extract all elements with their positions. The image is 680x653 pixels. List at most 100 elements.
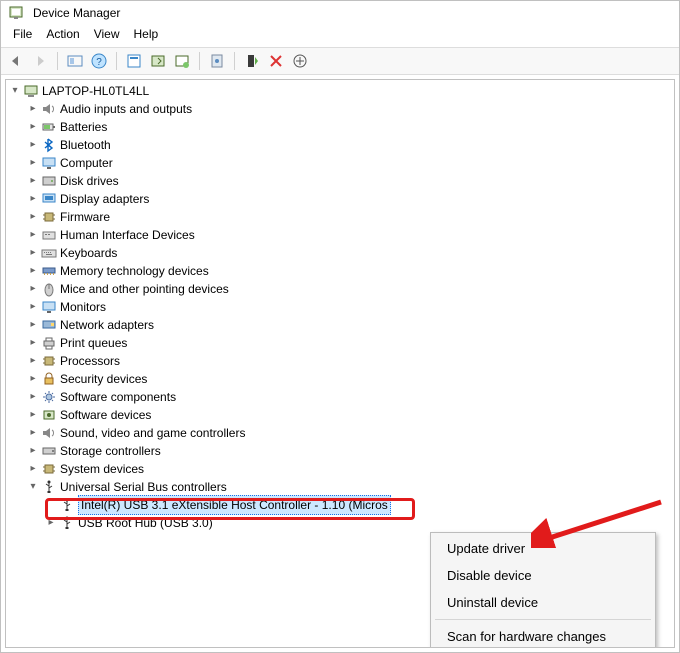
tree-item-label: Software components <box>60 388 182 406</box>
usb-icon <box>59 497 75 513</box>
expander-icon[interactable]: ▸ <box>26 318 40 332</box>
tree-category[interactable]: ▸ Batteries <box>8 118 674 136</box>
expander-icon[interactable]: ▸ <box>26 282 40 296</box>
tree-item-label: Universal Serial Bus controllers <box>60 478 233 496</box>
expander-icon[interactable]: ▸ <box>26 102 40 116</box>
chip-icon <box>41 353 57 369</box>
tree-item-label: Software devices <box>60 406 157 424</box>
pc-icon <box>23 83 39 99</box>
ctx-update-driver[interactable]: Update driver <box>431 535 655 562</box>
menu-help[interactable]: Help <box>128 25 165 43</box>
ctx-disable-device[interactable]: Disable device <box>431 562 655 589</box>
expander-icon[interactable]: ▸ <box>26 192 40 206</box>
expander-icon[interactable]: ▸ <box>26 444 40 458</box>
tree-category-usb[interactable]: ▾ Universal Serial Bus controllers <box>8 478 674 496</box>
tree-category[interactable]: ▸Monitors <box>8 298 674 316</box>
expander-icon[interactable]: ▸ <box>26 228 40 242</box>
ctx-scan-hardware[interactable]: Scan for hardware changes <box>431 623 655 648</box>
disable-icon[interactable] <box>241 50 263 72</box>
usb-icon <box>41 479 57 495</box>
gear-icon <box>41 389 57 405</box>
disk-icon <box>41 173 57 189</box>
tree-category[interactable]: ▸Network adapters <box>8 316 674 334</box>
properties-icon[interactable] <box>123 50 145 72</box>
show-hidden-icon[interactable] <box>64 50 86 72</box>
tree-category[interactable]: ▸Memory technology devices <box>8 262 674 280</box>
tree-category[interactable]: ▸ Mice and other pointing devices <box>8 280 674 298</box>
tree-item-label: Audio inputs and outputs <box>60 100 198 118</box>
back-button[interactable] <box>5 50 27 72</box>
expander-icon[interactable]: ▸ <box>26 390 40 404</box>
expander-icon[interactable]: ▸ <box>26 246 40 260</box>
menu-action[interactable]: Action <box>40 25 85 43</box>
tree-item-label: Computer <box>60 154 119 172</box>
expander-icon[interactable]: ▸ <box>26 300 40 314</box>
enable-icon[interactable] <box>206 50 228 72</box>
tree-item-label: Batteries <box>60 118 113 136</box>
expander-icon[interactable]: ▸ <box>26 210 40 224</box>
expander-icon[interactable]: ▸ <box>26 156 40 170</box>
expander-icon[interactable]: ▸ <box>26 426 40 440</box>
tree-item-label: Processors <box>60 352 126 370</box>
expander-icon[interactable]: ▸ <box>44 516 58 530</box>
menu-view[interactable]: View <box>88 25 126 43</box>
monitor-icon <box>41 155 57 171</box>
expander-icon[interactable]: ▸ <box>26 174 40 188</box>
expander-icon[interactable]: ▾ <box>26 480 40 494</box>
tree-category[interactable]: ▸ Firmware <box>8 208 674 226</box>
expander-icon[interactable]: ▸ <box>26 354 40 368</box>
speaker-icon <box>41 101 57 117</box>
toolbar-separator <box>234 52 235 70</box>
tree-item-label: Intel(R) USB 3.1 eXtensible Host Control… <box>78 495 391 515</box>
tree-item-label: Firmware <box>60 208 116 226</box>
app-icon <box>8 5 24 21</box>
forward-button[interactable] <box>29 50 51 72</box>
expander-icon[interactable]: ▸ <box>26 336 40 350</box>
uninstall-icon[interactable] <box>265 50 287 72</box>
tree-category[interactable]: ▸System devices <box>8 460 674 478</box>
context-menu: Update driver Disable device Uninstall d… <box>430 532 656 648</box>
expander-icon[interactable]: ▾ <box>8 84 22 98</box>
tree-category[interactable]: ▸ Software devices <box>8 406 674 424</box>
toolbar-separator <box>199 52 200 70</box>
bluetooth-icon <box>41 137 57 153</box>
hid-icon <box>41 227 57 243</box>
memory-icon <box>41 263 57 279</box>
tree-category[interactable]: ▸Keyboards <box>8 244 674 262</box>
tree-category[interactable]: ▸Disk drives <box>8 172 674 190</box>
tree-category[interactable]: ▸ Software components <box>8 388 674 406</box>
tree-category[interactable]: ▸Storage controllers <box>8 442 674 460</box>
tree-category[interactable]: ▸Security devices <box>8 370 674 388</box>
tree-category[interactable]: ▸Print queues <box>8 334 674 352</box>
tree-item-label: Mice and other pointing devices <box>60 280 235 298</box>
tree-category[interactable]: ▸ Computer <box>8 154 674 172</box>
expander-icon[interactable]: ▸ <box>26 264 40 278</box>
tree-category[interactable]: ▸Display adapters <box>8 190 674 208</box>
help-icon[interactable]: ? <box>88 50 110 72</box>
menu-file[interactable]: File <box>7 25 38 43</box>
device-tree-pane: ▾LAPTOP-HL0TL4LL ▸ Audio inputs and output… <box>5 79 675 648</box>
expander-icon[interactable]: ▸ <box>26 372 40 386</box>
toolbar-separator <box>57 52 58 70</box>
tree-item-label: Human Interface Devices <box>60 226 201 244</box>
expander-icon[interactable]: ▸ <box>26 120 40 134</box>
expander-icon[interactable]: ▸ <box>26 462 40 476</box>
swdev-icon <box>41 407 57 423</box>
tree-category[interactable]: ▸Bluetooth <box>8 136 674 154</box>
security-icon <box>41 371 57 387</box>
tree-item-usb-controller[interactable]: Intel(R) USB 3.1 eXtensible Host Control… <box>8 496 674 514</box>
tree-root[interactable]: ▾LAPTOP-HL0TL4LL <box>8 82 674 100</box>
tree-category[interactable]: ▸Sound, video and game controllers <box>8 424 674 442</box>
tree-item-usb-root-hub[interactable]: ▸USB Root Hub (USB 3.0) <box>8 514 674 532</box>
expander-icon[interactable]: ▸ <box>26 408 40 422</box>
expander-icon[interactable]: ▸ <box>26 138 40 152</box>
ctx-uninstall-device[interactable]: Uninstall device <box>431 589 655 616</box>
add-legacy-icon[interactable] <box>289 50 311 72</box>
update-icon[interactable] <box>147 50 169 72</box>
tree-category[interactable]: ▸ Processors <box>8 352 674 370</box>
scan-icon[interactable] <box>171 50 193 72</box>
titlebar: Device Manager <box>1 1 679 23</box>
display-icon <box>41 191 57 207</box>
tree-category[interactable]: ▸ Audio inputs and outputs <box>8 100 674 118</box>
tree-category[interactable]: ▸ Human Interface Devices <box>8 226 674 244</box>
